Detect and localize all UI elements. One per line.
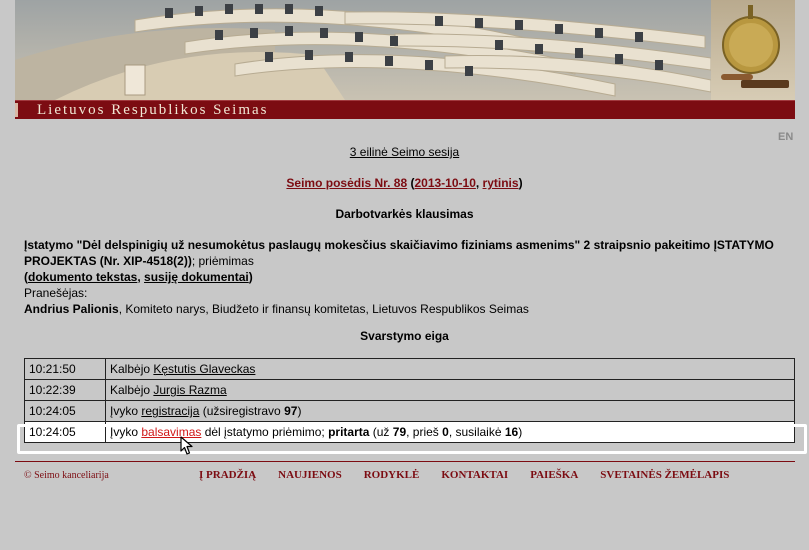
title-divider [15,103,18,117]
session-link[interactable]: 3 eilinė Seimo sesija [350,145,459,159]
footer-link-search[interactable]: PAIEŠKA [530,469,578,481]
footer-link-contacts[interactable]: KONTAKTAI [441,469,508,481]
event-description: Įvyko balsavimas dėl įstatymo priėmimo; … [105,421,795,443]
process-heading: Svarstymo eiga [360,329,449,343]
vote-for-label: (už [369,425,393,439]
site-header: Lietuvos Respublikos Seimas [15,0,795,119]
sitting-time-link[interactable]: rytinis [483,176,519,190]
sitting-date-link[interactable]: 2013-10-10 [414,176,475,190]
registered-count: 97 [284,404,298,418]
speaker-link[interactable]: Jurgis Razma [153,383,226,397]
registration-text: (užsiregistravo [199,404,285,418]
event-row-highlighted: 10:24:05 Įvyko balsavimas dėl įstatymo p… [24,421,795,443]
event-time: 10:24:05 [24,421,106,443]
speaker-link[interactable]: Kęstutis Glaveckas [153,362,255,376]
footer-link-home[interactable]: Į PRADŽIĄ [199,469,256,481]
event-description: Kalbėjo Kęstutis Glaveckas [105,358,795,380]
seimas-bell-image [711,0,795,100]
sitting-comma: , [475,176,483,190]
event-prefix: Įvyko [110,404,142,418]
event-time: 10:22:39 [24,379,106,401]
event-row: 10:21:50 Kalbėjo Kęstutis Glaveckas [24,358,795,380]
rapporteur-roles: , Komiteto narys, Biudžeto ir finansų ko… [118,302,529,316]
sitting-close-paren: ) [518,176,523,190]
agenda-item: Įstatymo "Dėl delspinigių už nesumokėtus… [24,237,784,317]
copyright-text: © Seimo kanceliarija [24,470,109,481]
parliament-hall-banner [15,0,711,100]
document-text-link[interactable]: dokumento tekstas [28,270,137,284]
session-line: 3 eilinė Seimo sesija [0,145,809,159]
mouse-pointer-icon [180,436,194,459]
event-prefix: Įvyko [110,425,142,439]
event-row: 10:24:05 Įvyko registracija (užsiregistr… [24,400,795,422]
registration-link[interactable]: registracija [141,404,199,418]
sitting-line: Seimo posėdis Nr. 88 (2013-10-10, rytini… [0,176,809,190]
footer-link-sitemap[interactable]: SVETAINĖS ŽEMĖLAPIS [600,469,729,481]
event-description: Įvyko registracija (užsiregistravo 97) [105,400,795,422]
vote-result: pritarta [328,425,370,439]
sitting-link[interactable]: Seimo posėdis Nr. 88 [286,176,407,190]
rapporteur-label: Pranešėjas: [24,286,88,300]
footer-link-news[interactable]: NAUJIENOS [278,469,342,481]
vote-close: ) [518,425,523,439]
event-row: 10:22:39 Kalbėjo Jurgis Razma [24,379,795,401]
vote-abstain-count: 16 [504,425,519,439]
vote-against-label: , prieš [406,425,443,439]
agenda-item-links: (dokumento tekstas, susiję dokumentai) [24,270,253,284]
event-time: 10:24:05 [24,400,106,422]
events-table: 10:21:50 Kalbėjo Kęstutis Glaveckas 10:2… [24,358,795,443]
site-title: Lietuvos Respublikos Seimas [37,102,269,118]
language-en-link[interactable]: EN [778,131,793,143]
vote-text: dėl įstatymo priėmimo; [201,425,329,439]
site-title-bar: Lietuvos Respublikos Seimas [15,100,795,119]
agenda-heading: Darbotvarkės klausimas [335,207,474,221]
footer-link-index[interactable]: RODYKLĖ [364,469,420,481]
event-prefix: Kalbėjo [110,383,154,397]
registration-close: ) [297,404,302,418]
vote-abstain-label: , susilaikė [448,425,505,439]
event-prefix: Kalbėjo [110,362,154,376]
rapporteur-line: Andrius Palionis, Komiteto narys, Biudže… [24,301,784,317]
footer-nav: Į PRADŽIĄ NAUJIENOS RODYKLĖ KONTAKTAI PA… [199,469,729,481]
footer-divider [15,461,795,462]
agenda-item-title: Įstatymo "Dėl delspinigių už nesumokėtus… [24,238,774,268]
agenda-item-stage: ; priėmimas [191,254,254,268]
vote-against-count: 0 [442,425,449,439]
event-description: Kalbėjo Jurgis Razma [105,379,795,401]
agenda-item-title-line: Įstatymo "Dėl delspinigių už nesumokėtus… [24,237,784,269]
related-documents-link[interactable]: susiję dokumentai [144,270,249,284]
rapporteur-name: Andrius Palionis [24,302,119,316]
vote-for-count: 79 [392,425,407,439]
event-time: 10:21:50 [24,358,106,380]
